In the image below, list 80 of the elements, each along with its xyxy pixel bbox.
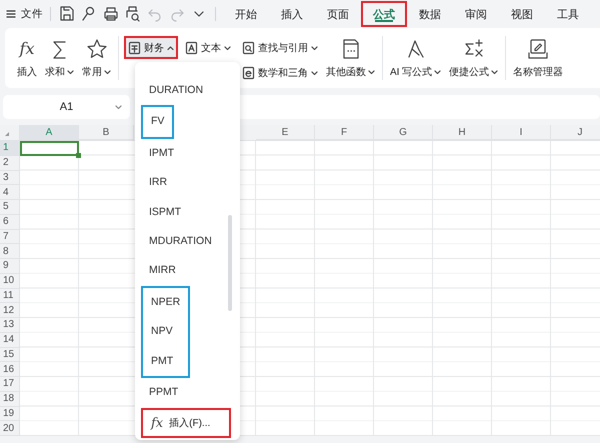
function-item[interactable]: IPMT — [141, 138, 182, 168]
name-box[interactable]: A1 — [3, 95, 130, 119]
function-icon: fx — [20, 38, 34, 60]
caret-icon — [115, 104, 122, 110]
function-item[interactable]: PPMT — [141, 378, 186, 408]
ribbon-button[interactable]: 便捷公式 — [445, 28, 502, 88]
function-item[interactable]: FV — [143, 107, 172, 137]
menu-icon[interactable] — [6, 9, 16, 19]
function-item[interactable]: NPER — [143, 288, 188, 318]
name-manager-icon — [527, 38, 550, 60]
text-icon — [185, 40, 198, 54]
lookup-icon — [242, 40, 255, 54]
row-header[interactable]: 16 — [0, 362, 20, 377]
column-header[interactable]: F — [315, 125, 374, 140]
ribbon-tab[interactable]: 数据 — [407, 1, 453, 27]
row-header[interactable]: 15 — [0, 348, 20, 362]
row-header[interactable]: 14 — [0, 332, 20, 348]
ribbon-tab[interactable]: 视图 — [499, 1, 545, 27]
function-item[interactable]: NPV — [143, 317, 181, 347]
math-icon — [242, 66, 255, 80]
row-header[interactable]: 5 — [0, 200, 20, 215]
function-item[interactable]: MDURATION — [141, 226, 220, 256]
row-header[interactable]: 8 — [0, 244, 20, 259]
function-item[interactable]: PMT — [143, 346, 182, 376]
column-header[interactable]: B — [79, 125, 134, 140]
ribbon-button[interactable]: fx 插入 — [13, 28, 41, 88]
row-header[interactable]: 12 — [0, 303, 20, 318]
print-icon[interactable] — [102, 5, 120, 23]
insert-function-item[interactable]: fx 插入(F)... — [141, 408, 231, 438]
ribbon-tab[interactable]: 工具 — [545, 1, 591, 27]
row-header[interactable]: 17 — [0, 377, 20, 392]
caret-icon — [167, 44, 174, 50]
ribbon-button[interactable]: 其他函数 — [322, 28, 379, 88]
ribbon-tab[interactable]: 审阅 — [453, 1, 499, 27]
ribbon-button[interactable]: 名称管理器 — [509, 28, 568, 88]
row-header[interactable]: 2 — [0, 156, 20, 170]
caret-icon — [311, 44, 318, 50]
caret-icon — [311, 70, 318, 76]
ribbon-tab[interactable]: 公式 — [361, 1, 407, 27]
category-button[interactable]: 财务 — [124, 36, 178, 59]
caret-icon — [224, 44, 231, 50]
row-header[interactable]: 10 — [0, 274, 20, 288]
file-menu[interactable]: 文件 — [21, 7, 43, 21]
ribbon-tab[interactable]: 页面 — [315, 1, 361, 27]
function-icon: fx — [151, 416, 164, 431]
column-header[interactable]: E — [256, 125, 315, 140]
row-header[interactable]: 3 — [0, 170, 20, 186]
category-button[interactable]: 文本 — [181, 36, 235, 59]
active-cell[interactable] — [20, 141, 79, 156]
row-header[interactable]: 13 — [0, 318, 20, 333]
row-header[interactable]: 9 — [0, 259, 20, 274]
row-header[interactable]: 6 — [0, 214, 20, 230]
category-button[interactable]: 数学和三角 — [238, 61, 322, 84]
function-item[interactable]: DURATION — [141, 76, 212, 106]
row-header[interactable]: 4 — [0, 185, 20, 200]
star-icon — [86, 38, 108, 60]
ribbon-button[interactable]: 常用 — [78, 28, 115, 88]
row-header[interactable]: 19 — [0, 406, 20, 422]
function-item[interactable]: ISPMT — [141, 198, 190, 227]
function-item[interactable]: IRR — [141, 168, 176, 198]
column-header[interactable]: G — [374, 125, 433, 140]
ribbon-button[interactable]: 求和 — [41, 28, 78, 88]
row-header[interactable]: 18 — [0, 392, 20, 406]
sum-plus-icon — [462, 38, 485, 60]
ribbon-button[interactable]: AI 写公式 — [386, 28, 446, 88]
scrollbar[interactable] — [228, 215, 232, 311]
column-header[interactable]: H — [433, 125, 492, 140]
print-preview-icon[interactable] — [124, 5, 142, 23]
ribbon-tab[interactable]: 插入 — [269, 1, 315, 27]
ribbon-tab[interactable]: 开始 — [223, 1, 269, 27]
save-icon[interactable] — [58, 5, 76, 23]
column-header[interactable]: J — [551, 125, 600, 140]
column-header[interactable]: I — [492, 125, 551, 140]
category-button[interactable]: 查找与引用 — [238, 36, 322, 59]
row-header[interactable]: 20 — [0, 421, 20, 436]
row-header[interactable]: 11 — [0, 288, 20, 304]
finance-icon — [128, 40, 141, 54]
row-header[interactable]: 7 — [0, 230, 20, 244]
select-all-icon[interactable] — [4, 131, 10, 137]
function-item[interactable]: MIRR — [141, 256, 184, 286]
